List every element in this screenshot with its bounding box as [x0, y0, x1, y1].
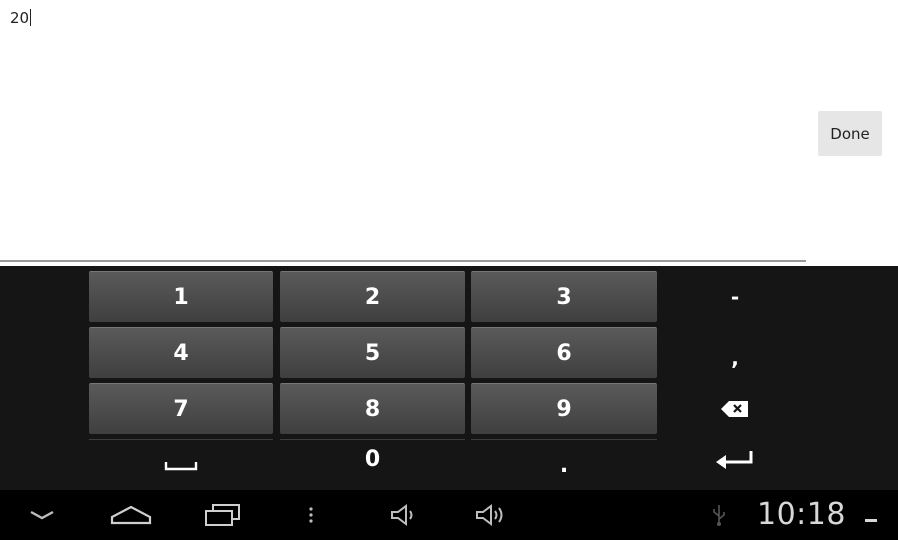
status-clock: 10:18	[757, 497, 846, 532]
key-3[interactable]: 3	[471, 271, 657, 322]
numeric-keyboard: 1 2 3 - 4 5 6 , 7 8 9 0 .	[0, 266, 898, 490]
input-area: 20 Done	[0, 0, 898, 266]
key-backspace[interactable]	[690, 383, 780, 434]
key-comma[interactable]: ,	[690, 332, 780, 383]
enter-icon	[716, 451, 753, 469]
usb-status	[712, 503, 726, 527]
recent-apps-icon	[205, 504, 240, 526]
key-1[interactable]: 1	[89, 271, 273, 322]
text-cursor	[30, 9, 32, 26]
recent-apps-button[interactable]	[190, 490, 256, 540]
input-value-wrapper: 20	[10, 8, 32, 28]
key-period[interactable]: .	[471, 439, 657, 490]
key-9[interactable]: 9	[471, 383, 657, 434]
volume-down-button[interactable]	[375, 490, 435, 540]
key-6[interactable]: 6	[471, 327, 657, 378]
number-input-field[interactable]: 20	[0, 0, 806, 262]
home-icon	[110, 505, 152, 525]
usb-icon	[713, 505, 725, 526]
space-icon	[164, 462, 198, 471]
volume-up-button[interactable]	[462, 490, 522, 540]
menu-button[interactable]	[296, 490, 326, 540]
screen: 20 Done 1 2 3 - 4 5 6 , 7 8 9 0 . 10:18	[0, 0, 898, 540]
key-4[interactable]: 4	[89, 327, 273, 378]
key-0[interactable]: 0	[280, 439, 465, 490]
key-7[interactable]: 7	[89, 383, 273, 434]
system-navigation-bar: 10:18	[0, 490, 898, 540]
done-button[interactable]: Done	[818, 111, 882, 156]
volume-up-icon	[476, 504, 503, 526]
status-bar-dash	[865, 519, 877, 522]
menu-dots-icon	[309, 507, 313, 523]
key-space[interactable]	[89, 439, 273, 490]
key-2[interactable]: 2	[280, 271, 465, 322]
key-8[interactable]: 8	[280, 383, 465, 434]
input-value: 20	[10, 9, 30, 27]
key-5[interactable]: 5	[280, 327, 465, 378]
back-down-icon	[30, 510, 54, 520]
back-button[interactable]	[14, 490, 70, 540]
backspace-icon	[721, 400, 748, 417]
key-minus[interactable]: -	[690, 271, 780, 322]
home-button[interactable]	[98, 490, 164, 540]
key-enter[interactable]	[690, 439, 780, 490]
volume-down-icon	[391, 504, 413, 526]
